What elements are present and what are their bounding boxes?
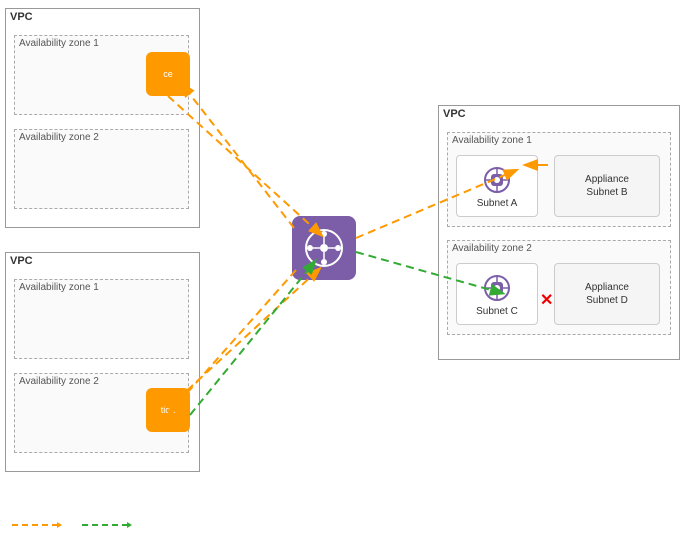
left-vpc2-label: VPC [6, 253, 199, 269]
right-vpc: VPC Availability zone 1 Subnet A Appli [438, 105, 680, 360]
x-mark: ✕ [540, 290, 553, 310]
right-vpc-label: VPC [439, 106, 679, 122]
right-vpc-az1: Availability zone 1 Subnet A ApplianceSu… [447, 132, 671, 227]
subnet-d-label: ApplianceSubnet D [585, 281, 629, 307]
subnet-a-label: Subnet A [477, 198, 518, 209]
left-vpc2-az1: Availability zone 1 [14, 279, 189, 359]
hub-icon [292, 216, 356, 280]
right-vpc-az2-label: Availability zone 2 [448, 241, 670, 256]
legend [12, 520, 132, 530]
subnet-b: ApplianceSubnet B [554, 155, 660, 217]
left-vpc1-az1-label: Availability zone 1 [15, 36, 188, 51]
left-vpc1-az2: Availability zone 2 [14, 129, 189, 209]
left-vpc2-az1-label: Availability zone 1 [15, 280, 188, 295]
subnet-d: ApplianceSubnet D [554, 263, 660, 325]
resource-box-1: ce [146, 52, 190, 96]
resource1-label: ce [163, 69, 173, 79]
left-vpc1-az2-label: Availability zone 2 [15, 130, 188, 145]
left-vpc2-az2-label: Availability zone 2 [15, 374, 188, 389]
subnet-a: Subnet A [456, 155, 538, 217]
right-vpc-az1-label: Availability zone 1 [448, 133, 670, 148]
subnet-c-label: Subnet C [476, 306, 518, 317]
resource2-label: tion [161, 405, 176, 415]
subnet-c: Subnet C [456, 263, 538, 325]
subnet-c-icon [481, 272, 513, 304]
left-vpc2: VPC Availability zone 1 Availability zon… [5, 252, 200, 472]
resource-box-2: tion [146, 388, 190, 432]
diagram-container: VPC Availability zone 1 Availability zon… [0, 0, 686, 542]
arrow-hub-to-resource1 [185, 88, 294, 228]
subnet-a-icon [481, 164, 513, 196]
legend-green [82, 520, 132, 530]
right-vpc-az2: Availability zone 2 Subnet C ApplianceSu… [447, 240, 671, 335]
legend-orange-line [12, 520, 62, 530]
legend-green-line [82, 520, 132, 530]
subnet-b-label: ApplianceSubnet B [585, 173, 629, 199]
legend-orange [12, 520, 62, 530]
left-vpc1: VPC Availability zone 1 Availability zon… [5, 8, 200, 228]
left-vpc1-label: VPC [6, 9, 199, 25]
hub-svg [302, 226, 346, 270]
arrow-resource2-green [190, 265, 312, 415]
